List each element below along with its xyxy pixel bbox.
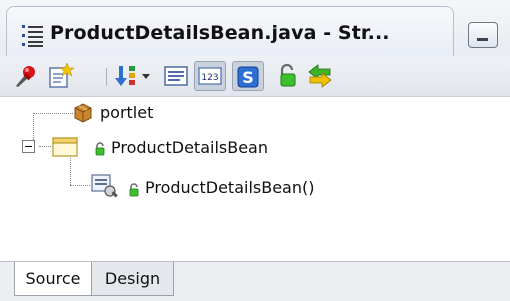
public-lock-icon [129, 183, 139, 197]
tree-connector [39, 146, 51, 147]
tab-title: ProductDetailsBean.java - Str... [50, 22, 390, 44]
tab-strip: ProductDetailsBean.java - Str... [0, 0, 510, 56]
tree-item-portlet[interactable]: portlet [72, 100, 192, 126]
tree-connector [70, 185, 90, 186]
class-icon [52, 137, 78, 157]
tree-item-label: ProductDetailsBean() [145, 178, 315, 197]
structure-window: ProductDetailsBean.java - Str... 123 S p… [0, 0, 510, 301]
sort-dropdown-icon[interactable] [114, 62, 154, 90]
show-fields-icon[interactable] [162, 62, 190, 90]
tree-expand-toggle[interactable] [22, 140, 35, 153]
svg-text:S: S [242, 68, 254, 87]
structure-tab[interactable]: ProductDetailsBean.java - Str... [6, 6, 454, 56]
minimize-button[interactable] [468, 22, 498, 48]
tree-item-constructor[interactable]: ProductDetailsBean() [90, 171, 390, 201]
tree-item-productdetailsbean[interactable]: ProductDetailsBean [52, 134, 352, 162]
structure-tree: portlet ProductDetailsBean ProductDetail… [0, 97, 510, 261]
public-lock-icon [95, 142, 105, 156]
tree-item-label: portlet [100, 103, 154, 122]
tree-item-label: ProductDetailsBean [111, 138, 268, 157]
show-static-icon: S [237, 66, 259, 88]
constructor-icon [91, 174, 118, 198]
svg-text:123: 123 [201, 73, 218, 83]
pin-icon[interactable] [12, 62, 40, 90]
tab-design[interactable]: Design [92, 262, 174, 296]
toolbar: 123 S [0, 56, 510, 97]
editor-tabs: Source Design [0, 261, 510, 301]
show-123-button[interactable]: 123 [194, 61, 226, 91]
tab-source[interactable]: Source [14, 262, 92, 296]
toolbar-separator [106, 68, 107, 86]
new-element-icon[interactable] [46, 62, 74, 90]
show-123-icon: 123 [198, 67, 222, 85]
show-private-icon[interactable] [274, 62, 302, 90]
package-icon [74, 103, 92, 123]
sync-icon[interactable] [306, 62, 334, 90]
structure-icon [22, 25, 43, 47]
tree-connector [33, 113, 73, 114]
show-static-button[interactable]: S [232, 61, 264, 91]
